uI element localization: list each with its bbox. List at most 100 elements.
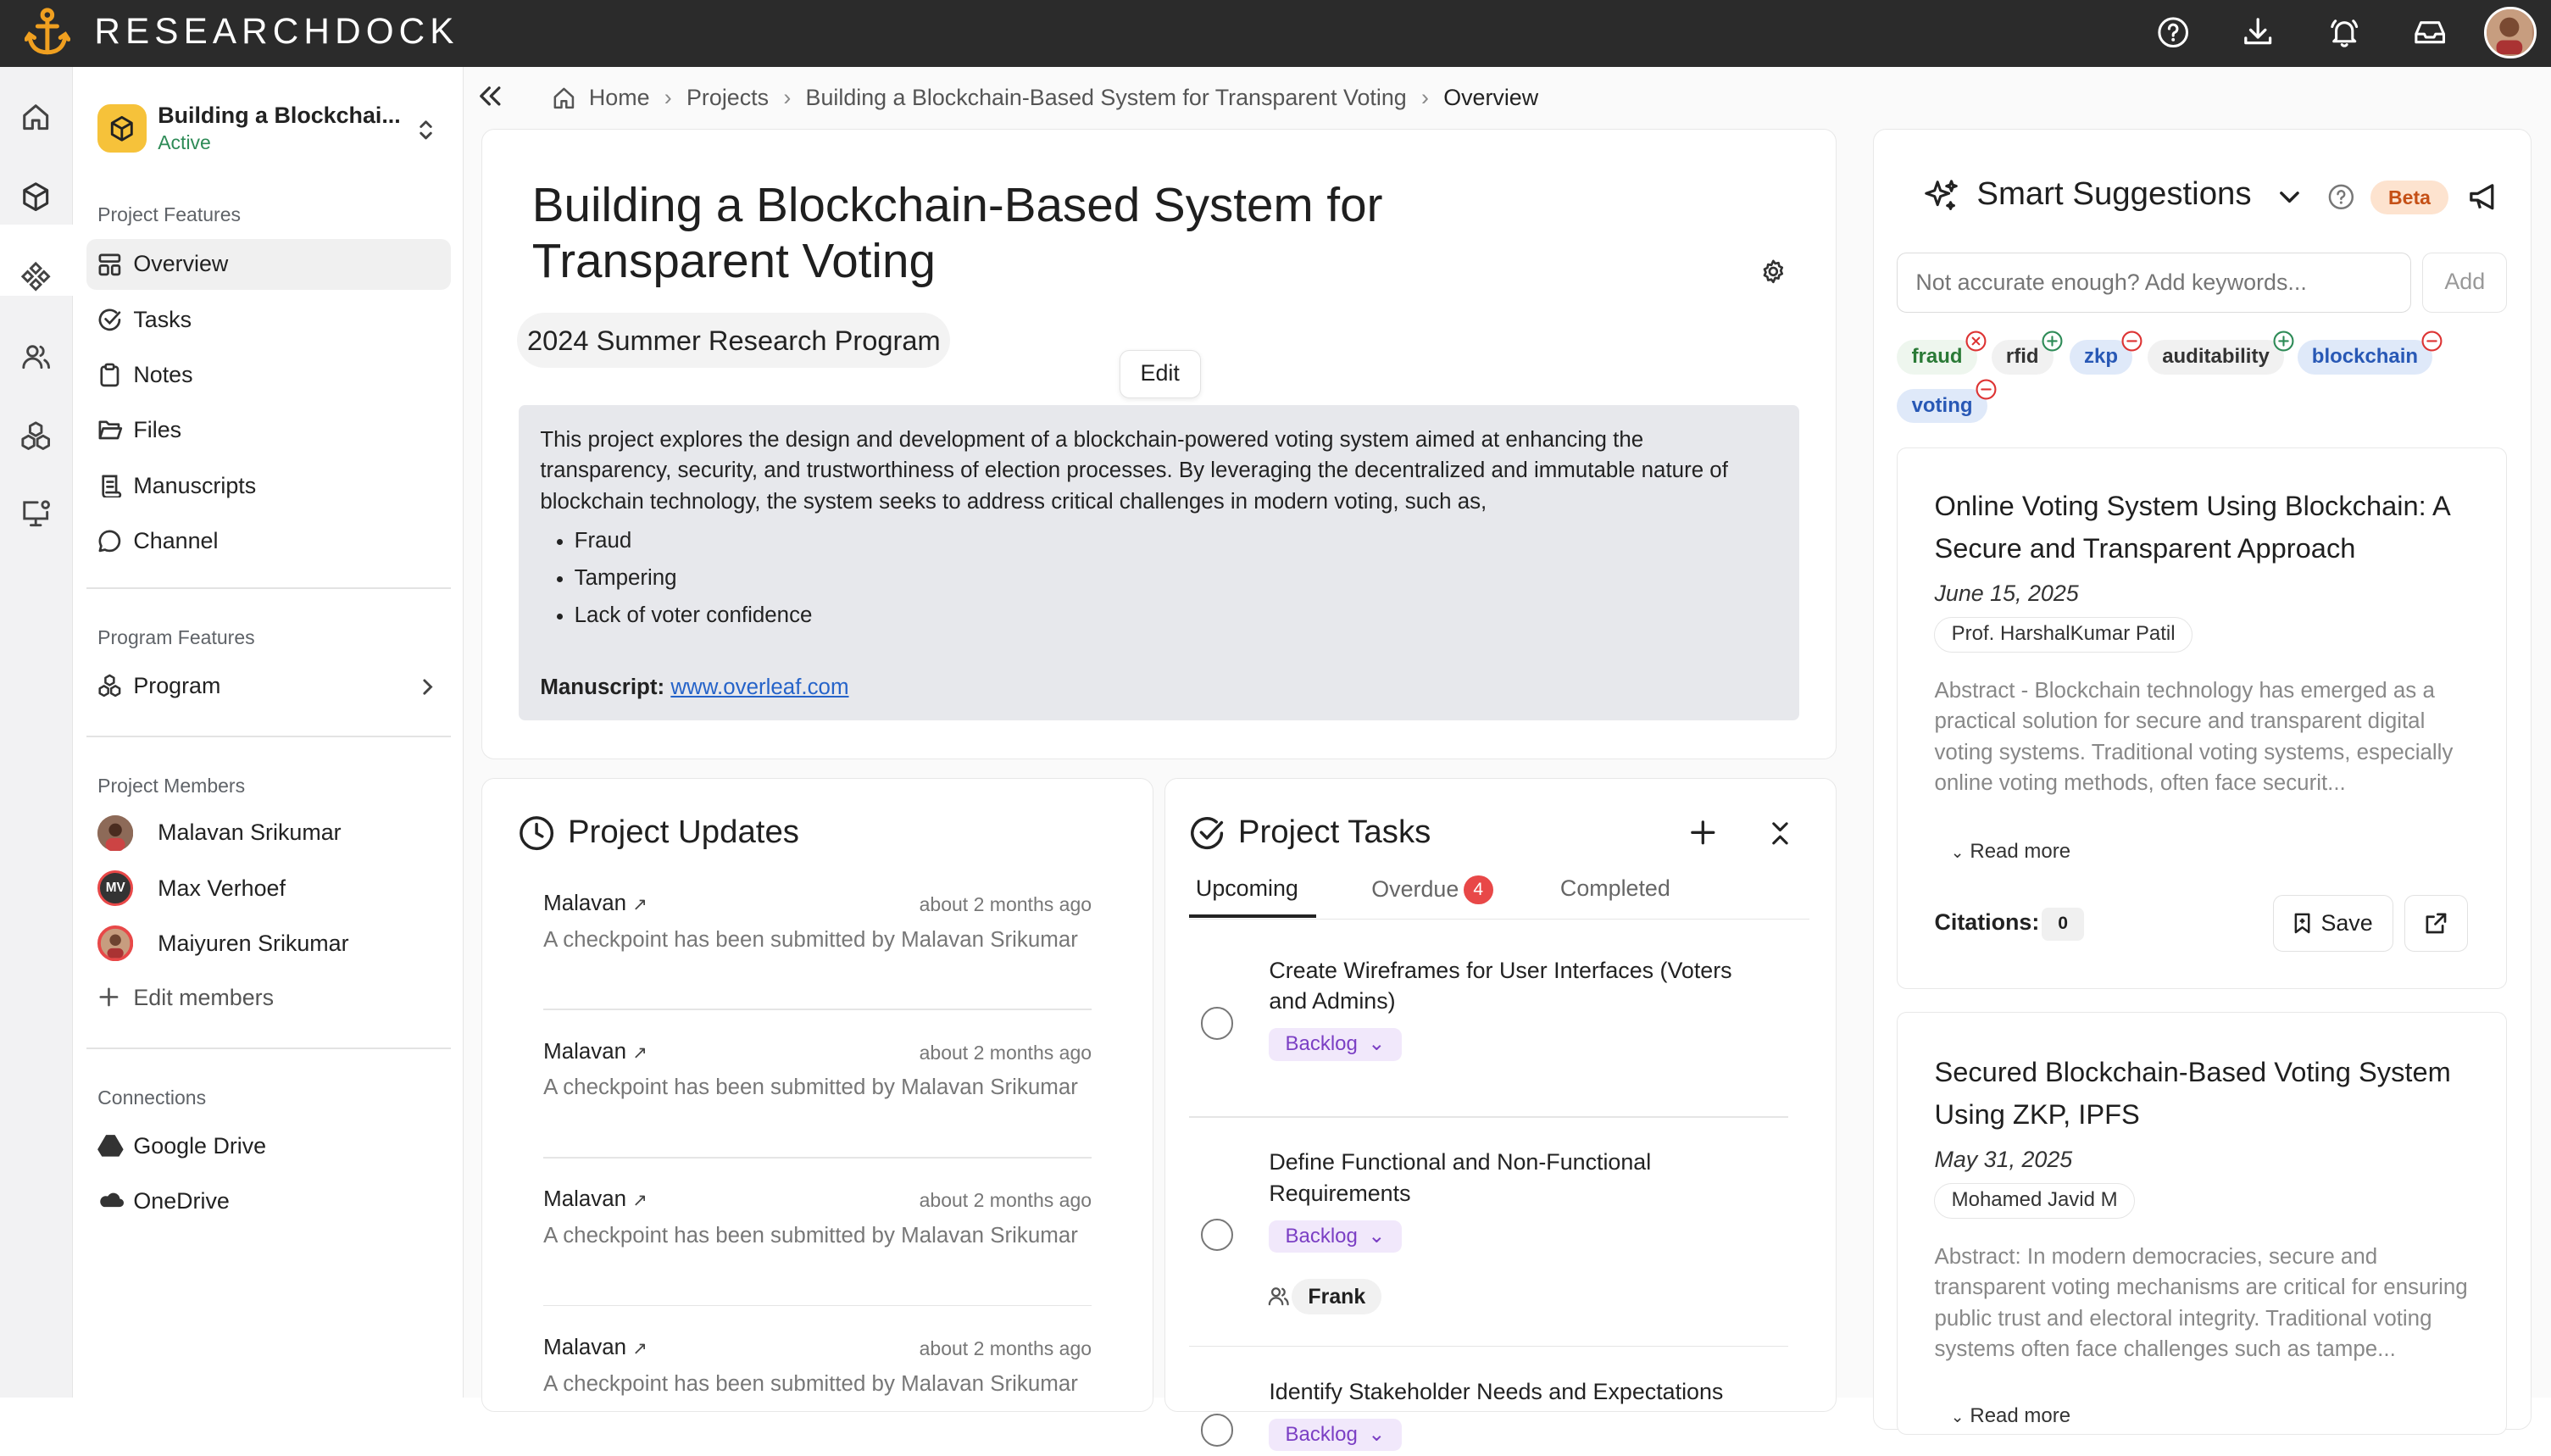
read-more-button[interactable]: ⌄ Read more — [1951, 840, 2070, 864]
divider — [86, 586, 451, 589]
sidebar-item-files[interactable]: Files — [86, 405, 451, 456]
paper-author-chip[interactable]: Mohamed Javid M — [1934, 1182, 2135, 1219]
sidebar-item-channel[interactable]: Channel — [86, 516, 451, 567]
update-author[interactable]: Malavan — [543, 1040, 626, 1064]
manuscript-link[interactable]: www.overleaf.com — [670, 675, 848, 699]
assignee-chip[interactable]: Frank — [1292, 1278, 1382, 1315]
minus-keyword-icon[interactable] — [2421, 331, 2443, 352]
keyword-chip[interactable]: rfid — [1991, 331, 2063, 375]
collapse-icon[interactable] — [1769, 820, 1792, 847]
help-icon[interactable] — [2328, 184, 2354, 210]
update-item[interactable]: Malavan ↗ about 2 months ago A checkpoin… — [543, 1187, 1092, 1251]
chevron-right-icon: › — [664, 84, 672, 110]
paper-author-chip[interactable]: Prof. HarshalKumar Patil — [1934, 616, 2193, 653]
people-icon[interactable] — [19, 340, 52, 372]
edit-members-button[interactable]: Edit members — [86, 973, 451, 1024]
monitor-settings-icon[interactable] — [19, 497, 52, 530]
breadcrumb-projects[interactable]: Projects — [686, 85, 769, 111]
read-more-button[interactable]: ⌄ Read more — [1951, 1404, 2070, 1428]
status-dropdown[interactable]: Backlog ⌄ — [1269, 1220, 1402, 1253]
avatar — [97, 925, 134, 962]
member-item[interactable]: MV Max Verhoef — [97, 870, 286, 907]
gear-icon[interactable] — [1760, 258, 1787, 285]
home-icon[interactable] — [19, 101, 52, 133]
keyword-chip[interactable]: auditability — [2147, 331, 2294, 375]
components-icon[interactable] — [19, 260, 52, 292]
status-dropdown[interactable]: Backlog ⌄ — [1269, 1418, 1402, 1452]
keyword-chip[interactable]: blockchain — [2297, 331, 2443, 375]
breadcrumb-home[interactable]: Home — [589, 85, 650, 111]
task-complete-radio[interactable] — [1200, 1218, 1234, 1252]
task-title[interactable]: Create Wireframes for User Interfaces (V… — [1269, 955, 1773, 1017]
tab-overdue[interactable]: Overdue 4 — [1371, 875, 1493, 905]
notification-bell-icon[interactable] — [2328, 16, 2360, 48]
connection-onedrive[interactable]: OneDrive — [86, 1176, 451, 1227]
sidebar-item-notes[interactable]: Notes — [86, 350, 451, 401]
projects-cube-icon[interactable] — [19, 181, 52, 213]
task-complete-radio[interactable] — [1200, 1414, 1234, 1447]
add-keyword-icon[interactable] — [2273, 331, 2294, 352]
help-icon[interactable] — [2157, 16, 2189, 48]
home-icon[interactable] — [552, 86, 576, 110]
sidebar-item-tasks[interactable]: Tasks — [86, 294, 451, 345]
minus-keyword-icon[interactable] — [2121, 331, 2143, 352]
open-external-button[interactable] — [2404, 894, 2469, 952]
keyword-chip[interactable]: fraud — [1897, 331, 1987, 375]
user-avatar[interactable] — [2484, 6, 2537, 59]
keyword-input[interactable] — [1897, 252, 2411, 313]
app-rail — [0, 66, 74, 1398]
chevron-up-down-icon[interactable] — [416, 117, 436, 143]
smart-suggestions-title[interactable]: Smart Suggestions — [1976, 175, 2251, 213]
sidebar-item-manuscripts[interactable]: Manuscripts — [86, 460, 451, 511]
project-switcher-name[interactable]: Building a Blockchai... — [158, 103, 401, 129]
update-item[interactable]: Malavan ↗ about 2 months ago A checkpoin… — [543, 1336, 1092, 1399]
add-keyword-button[interactable]: Add — [2422, 252, 2508, 313]
minus-keyword-icon[interactable] — [1976, 379, 1997, 400]
collapse-sidebar-icon[interactable] — [476, 83, 503, 109]
task-title[interactable]: Define Functional and Non-Functional Req… — [1269, 1147, 1773, 1209]
sidebar-item-overview[interactable]: Overview — [86, 239, 451, 290]
edit-button[interactable]: Edit — [1119, 349, 1201, 399]
breadcrumb-project[interactable]: Building a Blockchain-Based System for T… — [806, 85, 1407, 111]
breadcrumb: Home › Projects › Building a Blockchain-… — [552, 85, 1538, 111]
member-item[interactable]: Maiyuren Srikumar — [97, 925, 349, 962]
megaphone-icon[interactable] — [2468, 182, 2500, 212]
project-updates-title: Project Updates — [567, 813, 799, 850]
sidebar-item-program[interactable]: Program — [86, 660, 451, 711]
program-chip[interactable]: 2024 Summer Research Program — [517, 312, 951, 368]
chevron-down-icon[interactable] — [2278, 189, 2301, 205]
tab-upcoming[interactable]: Upcoming — [1196, 875, 1298, 902]
member-item[interactable]: Malavan Srikumar — [97, 814, 342, 851]
tab-completed[interactable]: Completed — [1560, 875, 1670, 902]
save-button[interactable]: Save — [2272, 894, 2393, 952]
paper-title[interactable]: Online Voting System Using Blockchain: A… — [1934, 485, 2487, 570]
update-author[interactable]: Malavan — [543, 1336, 626, 1359]
keyword-chip[interactable]: voting — [1897, 379, 1997, 424]
update-author[interactable]: Malavan — [543, 892, 626, 915]
connection-google-drive[interactable]: Google Drive — [86, 1121, 451, 1172]
keyword-chip[interactable]: zkp — [2069, 331, 2143, 375]
update-item[interactable]: Malavan ↗ about 2 months ago A checkpoin… — [543, 892, 1092, 955]
add-keyword-icon[interactable] — [2042, 331, 2063, 352]
task-complete-radio[interactable] — [1200, 1007, 1234, 1040]
task-title[interactable]: Identify Stakeholder Needs and Expectati… — [1269, 1376, 1773, 1407]
inbox-icon[interactable] — [2413, 16, 2447, 48]
update-item[interactable]: Malavan ↗ about 2 months ago A checkpoin… — [543, 1040, 1092, 1103]
program-hub-icon[interactable] — [19, 420, 52, 452]
project-status: Active — [158, 131, 211, 154]
download-icon[interactable] — [2242, 16, 2274, 48]
paper-title[interactable]: Secured Blockchain-Based Voting System U… — [1934, 1051, 2487, 1136]
project-sidebar: Building a Blockchai... Active Project F… — [73, 66, 464, 1398]
update-author[interactable]: Malavan — [543, 1187, 626, 1211]
project-tasks-card — [1164, 777, 1837, 1413]
anchor-logo-icon[interactable] — [24, 7, 70, 58]
add-task-button[interactable] — [1689, 819, 1717, 847]
status-dropdown[interactable]: Backlog ⌄ — [1269, 1028, 1402, 1061]
remove-keyword-icon[interactable] — [1965, 331, 1987, 352]
divider — [543, 1304, 1092, 1307]
update-time: about 2 months ago — [919, 1189, 1092, 1212]
project-description[interactable]: This project explores the design and dev… — [519, 404, 1800, 721]
chevron-down-icon: ⌄ — [1950, 1408, 1965, 1426]
chevron-right-icon: › — [783, 84, 792, 110]
read-more-label: Read more — [1970, 839, 2071, 863]
